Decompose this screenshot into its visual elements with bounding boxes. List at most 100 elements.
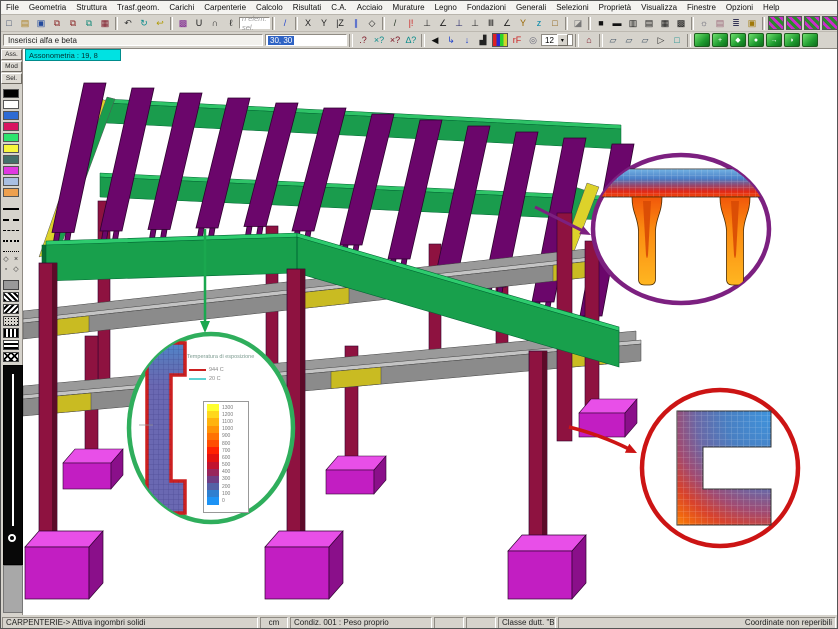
side-tab-mod[interactable]: Mod (1, 61, 22, 72)
axis-vert-icon[interactable]: |! (403, 16, 419, 30)
layout-mosaic-icon[interactable]: ▩ (673, 16, 689, 30)
zoom-slider-knob[interactable] (8, 534, 16, 542)
perp-icon[interactable]: ⊥ (419, 16, 435, 30)
perp-line-icon[interactable]: ⊥ (467, 16, 483, 30)
save-icon[interactable]: ▣ (33, 16, 49, 30)
pattern-v-lines[interactable] (3, 328, 19, 338)
menu-item-generali[interactable]: Generali (511, 3, 551, 12)
group-selection-icon[interactable]: ▩ (175, 16, 191, 30)
layout-single-icon[interactable]: ■ (593, 16, 609, 30)
layout-rows-icon[interactable]: ▤ (641, 16, 657, 30)
menu-item-selezioni[interactable]: Selezioni (551, 3, 593, 12)
color-swatch-3[interactable] (3, 122, 19, 131)
line-style-dotted[interactable] (3, 240, 19, 242)
back-icon[interactable]: ↩ (152, 16, 168, 30)
viewport[interactable]: Assonometria : 19, 8 (23, 49, 838, 615)
undo-icon[interactable]: ↶ (120, 16, 136, 30)
menu-item-carichi[interactable]: Carichi (164, 3, 199, 12)
draw-line-icon[interactable]: / (277, 16, 293, 30)
symbol-swatch-2[interactable]: ▫ (1, 264, 11, 274)
menu-item-visualizza[interactable]: Visualizza (636, 3, 682, 12)
lock-icon[interactable]: ▣ (744, 16, 760, 30)
solid-view-3-icon[interactable]: ◆ (730, 33, 746, 47)
zoom-slider[interactable] (3, 365, 23, 565)
line-style-solid[interactable] (3, 208, 19, 210)
color-swatch-0[interactable] (3, 89, 19, 98)
parallel-icon[interactable]: ∥ (348, 16, 364, 30)
y-rot-icon[interactable]: Y (515, 16, 531, 30)
z-rot-icon[interactable]: z (531, 16, 547, 30)
angle-dot-icon[interactable]: ∠ (499, 16, 515, 30)
menu-item-fondazioni[interactable]: Fondazioni (462, 3, 511, 12)
solid-view-1-icon[interactable] (694, 33, 710, 47)
color-swatch-8[interactable] (3, 177, 19, 186)
menu-item-risultati[interactable]: Risultati (288, 3, 326, 12)
home-icon[interactable]: ⌂ (581, 33, 597, 47)
symbol-swatch-3[interactable]: ◇ (11, 264, 21, 274)
wire-cube-3-icon[interactable]: ▱ (637, 33, 653, 47)
layout-grid-icon[interactable]: ▦ (657, 16, 673, 30)
shade-mode-icon[interactable]: ◀ (427, 33, 443, 47)
symbol-swatch-1[interactable]: × (11, 254, 21, 264)
open-folder-icon[interactable]: ▤ (17, 16, 33, 30)
dark-cells-icon[interactable]: ▟ (475, 33, 491, 47)
flow-arrow-icon[interactable]: ↳ (443, 33, 459, 47)
layout-cols-icon[interactable]: ▥ (625, 16, 641, 30)
selection-count-input[interactable]: n elem. sel. (239, 17, 270, 29)
color-swatch-6[interactable] (3, 155, 19, 164)
line-style-dash-fine[interactable] (3, 230, 19, 231)
solid-view-4-icon[interactable]: ● (748, 33, 764, 47)
sheet-icon[interactable]: ▤ (712, 16, 728, 30)
query-measure-icon[interactable]: ∆? (403, 33, 419, 47)
z-filter-icon[interactable]: |Z (332, 16, 348, 30)
union-icon[interactable]: U (191, 16, 207, 30)
wire-cube-2-icon[interactable]: ▱ (621, 33, 637, 47)
layout-split-h-icon[interactable]: ▬ (609, 16, 625, 30)
color-swatch-1[interactable] (3, 100, 19, 109)
menu-item-murature[interactable]: Murature (388, 3, 430, 12)
mesh-icon-2[interactable] (786, 16, 802, 30)
angle-input[interactable]: 30, 30 (265, 34, 347, 46)
solid-view-6-icon[interactable]: ◗ (784, 33, 800, 47)
line-style-dashed[interactable] (3, 219, 19, 221)
color-swatch-4[interactable] (3, 133, 19, 142)
menu-item-carpenterie[interactable]: Carpenterie (199, 3, 251, 12)
menu-item-propriet[interactable]: Proprietà (594, 3, 636, 12)
triple-line-icon[interactable]: Ⅲ (483, 16, 499, 30)
menu-item-file[interactable]: File (1, 3, 24, 12)
wire-cube-1-icon[interactable]: ▱ (605, 33, 621, 47)
line-style-dot-fine[interactable] (3, 251, 19, 252)
menu-item-legno[interactable]: Legno (430, 3, 462, 12)
menu-item-ca[interactable]: C.A. (326, 3, 352, 12)
pattern-dots[interactable] (3, 316, 19, 326)
flag-icon[interactable]: ▷ (653, 33, 669, 47)
pattern-h-lines[interactable] (3, 340, 19, 350)
menu-item-finestre[interactable]: Finestre (682, 3, 721, 12)
eraser-icon[interactable]: ◪ (570, 16, 586, 30)
color-swatch-2[interactable] (3, 111, 19, 120)
line-2-icon[interactable]: / (387, 16, 403, 30)
menu-item-acciaio[interactable]: Acciaio (352, 3, 388, 12)
mesh-icon-1[interactable] (768, 16, 784, 30)
menu-item-struttura[interactable]: Struttura (71, 3, 112, 12)
query-icon[interactable]: .? (355, 33, 371, 47)
local-ref-icon[interactable]: rF (509, 33, 525, 47)
sphere-icon[interactable]: ◎ (525, 33, 541, 47)
query-entity-icon[interactable]: ×? (371, 33, 387, 47)
box-3d-icon[interactable]: □ (547, 16, 563, 30)
intersection-icon[interactable]: ∩ (207, 16, 223, 30)
regen-icon[interactable]: ↻ (136, 16, 152, 30)
solid-view-2-icon[interactable]: + (712, 33, 728, 47)
view-tab[interactable]: Assonometria : 19, 8 (25, 49, 121, 61)
menu-item-opzioni[interactable]: Opzioni (721, 3, 758, 12)
mesh-icon-3[interactable] (804, 16, 820, 30)
new-file-icon[interactable]: □ (1, 16, 17, 30)
color-cells-icon[interactable] (492, 33, 508, 47)
pattern-checker-diag-2[interactable] (3, 304, 19, 314)
list-view-icon[interactable]: ≣ (728, 16, 744, 30)
menu-item-trasfgeom[interactable]: Trasf.geom. (112, 3, 164, 12)
color-swatch-7[interactable] (3, 166, 19, 175)
copy-render-icon[interactable]: ⧉ (81, 16, 97, 30)
angle-icon[interactable]: ∠ (435, 16, 451, 30)
solid-view-5-icon[interactable]: → (766, 33, 782, 47)
